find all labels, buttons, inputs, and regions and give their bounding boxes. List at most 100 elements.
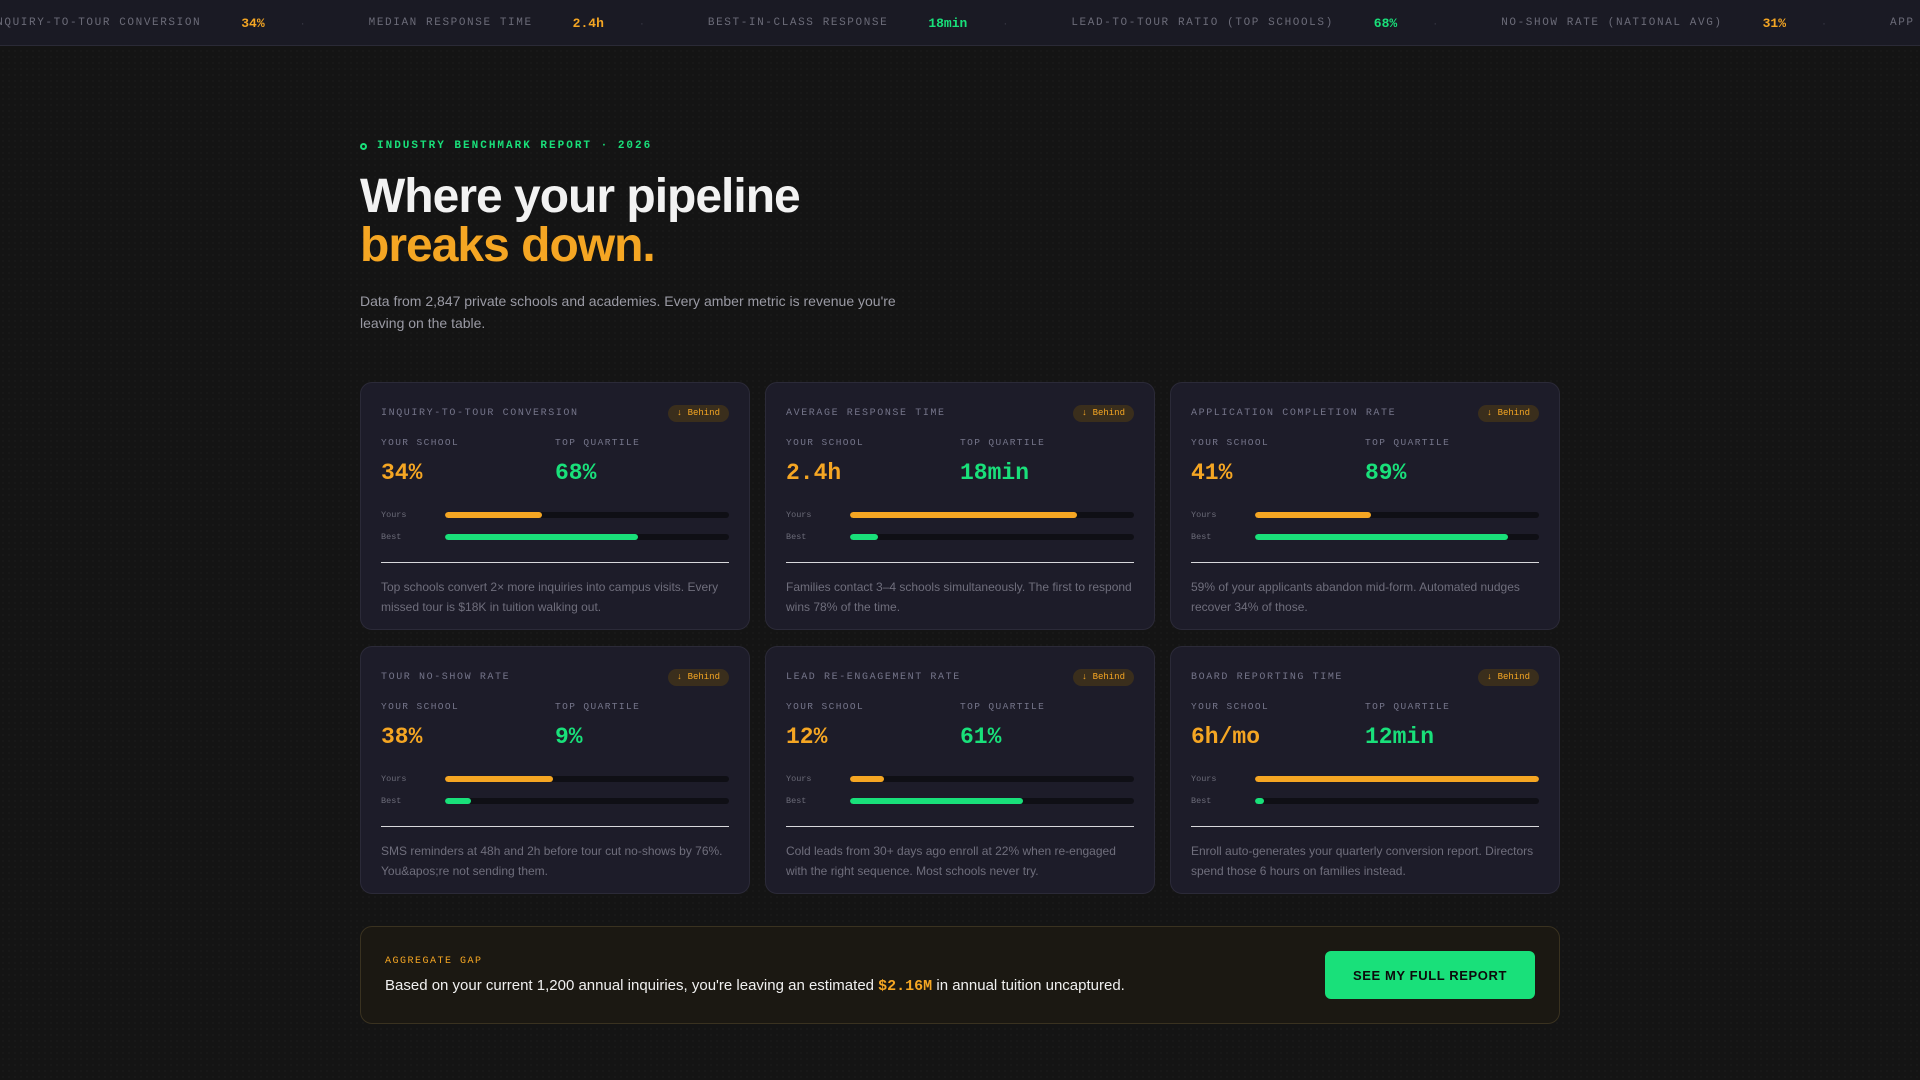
ticker-item: INQUIRY-TO-TOUR CONVERSION 34% · bbox=[0, 16, 369, 31]
best-bar-track bbox=[445, 798, 729, 804]
best-bar-track bbox=[1255, 534, 1539, 540]
yours-bar-fill bbox=[1255, 512, 1372, 518]
top-quartile-label: TOP QUARTILE bbox=[960, 437, 1046, 448]
status-badge: ↓ Behind bbox=[1477, 668, 1539, 686]
card-title: INQUIRY-TO-TOUR CONVERSION bbox=[381, 407, 579, 419]
ticker-value: 68% bbox=[1373, 15, 1398, 31]
best-bar-label: Best bbox=[786, 796, 807, 806]
your-school-label: YOUR SCHOOL bbox=[786, 701, 865, 712]
ticker-separator: · bbox=[639, 16, 644, 30]
best-bar-fill bbox=[1255, 534, 1508, 540]
card-description: Families contact 3–4 schools simultaneou… bbox=[786, 580, 1132, 614]
benchmark-card: APPLICATION COMPLETION RATE ↓ Behind YOUR … bbox=[1170, 382, 1560, 630]
top-quartile-metric: TOP QUARTILE 89% bbox=[1365, 437, 1539, 486]
best-bar-label: Best bbox=[381, 796, 402, 806]
eyebrow-text: INDUSTRY BENCHMARK REPORT · 2026 bbox=[377, 140, 653, 152]
gap-text-after: in annual tuition uncaptured. bbox=[932, 976, 1125, 994]
yours-bar-track bbox=[1255, 512, 1539, 518]
top-quartile-metric: TOP QUARTILE 18min bbox=[960, 437, 1134, 486]
benchmark-card: BOARD REPORTING TIME ↓ Behind YOUR SCHOOL 6… bbox=[1170, 646, 1560, 894]
yours-bar-label: Yours bbox=[381, 774, 407, 784]
ticker-item: APP COMPLETION RATE (E bbox=[1890, 17, 1920, 29]
ticker-value: 18min bbox=[928, 15, 968, 31]
benchmark-card: LEAD RE-ENGAGEMENT RATE ↓ Behind YOUR SCHO… bbox=[765, 646, 1155, 894]
card-title: LEAD RE-ENGAGEMENT RATE bbox=[786, 671, 961, 683]
best-bar-row: Best bbox=[381, 790, 729, 812]
your-school-label: YOUR SCHOOL bbox=[1191, 437, 1270, 448]
see-full-report-button[interactable]: SEE MY FULL REPORT bbox=[1325, 951, 1535, 999]
best-bar-fill bbox=[445, 798, 471, 804]
best-bar-label: Best bbox=[786, 532, 807, 542]
status-badge: ↓ Behind bbox=[1072, 668, 1134, 686]
best-bar-fill bbox=[445, 534, 639, 540]
card-metrics: YOUR SCHOOL 38% TOP QUARTILE 9% bbox=[381, 701, 729, 750]
ticker-item: BEST-IN-CLASS RESPONSE 18min · bbox=[708, 16, 1071, 31]
card-description: Top schools convert 2× more inquiries in… bbox=[381, 580, 719, 614]
ticker-item: MEDIAN RESPONSE TIME 2.4h · bbox=[369, 16, 708, 31]
page-subtitle: Data from 2,847 private schools and acad… bbox=[360, 293, 896, 331]
main-content: INDUSTRY BENCHMARK REPORT · 2026 Where y… bbox=[360, 140, 1560, 1024]
yours-bar-fill bbox=[850, 512, 1078, 518]
card-title: BOARD REPORTING TIME bbox=[1191, 671, 1344, 683]
card-header: LEAD RE-ENGAGEMENT RATE ↓ Behind bbox=[786, 668, 1134, 686]
comparison-bars: Yours Best bbox=[786, 504, 1134, 548]
ticker-separator: · bbox=[300, 16, 305, 30]
ticker-value: 34% bbox=[241, 15, 265, 31]
status-badge: ↓ Behind bbox=[1477, 404, 1539, 422]
ticker-value: 31% bbox=[1762, 15, 1787, 31]
top-quartile-label: TOP QUARTILE bbox=[1365, 701, 1451, 712]
title-line-2: breaks down. bbox=[360, 219, 656, 272]
ticker-separator: · bbox=[1822, 16, 1827, 30]
status-badge: ↓ Behind bbox=[667, 668, 729, 686]
your-school-value: 38% bbox=[381, 724, 423, 750]
best-bar-track bbox=[850, 534, 1134, 540]
top-quartile-label: TOP QUARTILE bbox=[555, 437, 641, 448]
best-bar-row: Best bbox=[1191, 526, 1539, 548]
your-school-metric: YOUR SCHOOL 34% bbox=[381, 437, 555, 486]
yours-bar-row: Yours bbox=[1191, 768, 1539, 790]
ticker-item: LEAD-TO-TOUR RATIO (TOP SCHOOLS) 68% · bbox=[1071, 16, 1501, 31]
benchmark-card: TOUR NO-SHOW RATE ↓ Behind YOUR SCHOOL 38% T… bbox=[360, 646, 750, 894]
best-bar-label: Best bbox=[381, 532, 402, 542]
yours-bar-label: Yours bbox=[786, 774, 812, 784]
card-header: APPLICATION COMPLETION RATE ↓ Behind bbox=[1191, 404, 1539, 422]
card-header: BOARD REPORTING TIME ↓ Behind bbox=[1191, 668, 1539, 686]
best-bar-track bbox=[1255, 798, 1539, 804]
your-school-value: 41% bbox=[1191, 460, 1233, 486]
best-bar-fill bbox=[850, 534, 879, 540]
card-title: AVERAGE RESPONSE TIME bbox=[786, 407, 946, 419]
card-description: SMS reminders at 48h and 2h before tour … bbox=[381, 844, 723, 878]
best-bar-row: Best bbox=[786, 790, 1134, 812]
ticker-value: 2.4h bbox=[572, 15, 604, 31]
metrics-ticker: INQUIRY-TO-TOUR CONVERSION 34% · MEDIAN RES… bbox=[0, 0, 1920, 46]
card-metrics: YOUR SCHOOL 41% TOP QUARTILE 89% bbox=[1191, 437, 1539, 486]
yours-bar-fill bbox=[1255, 776, 1539, 782]
top-quartile-metric: TOP QUARTILE 61% bbox=[960, 701, 1134, 750]
card-divider bbox=[381, 826, 729, 827]
your-school-label: YOUR SCHOOL bbox=[381, 437, 460, 448]
best-bar-label: Best bbox=[1191, 532, 1212, 542]
card-metrics: YOUR SCHOOL 2.4h TOP QUARTILE 18min bbox=[786, 437, 1134, 486]
your-school-metric: YOUR SCHOOL 2.4h bbox=[786, 437, 960, 486]
yours-bar-track bbox=[850, 776, 1134, 782]
benchmark-card: INQUIRY-TO-TOUR CONVERSION ↓ Behind YOUR S… bbox=[360, 382, 750, 630]
top-quartile-metric: TOP QUARTILE 68% bbox=[555, 437, 729, 486]
comparison-bars: Yours Best bbox=[381, 768, 729, 812]
yours-bar-label: Yours bbox=[1191, 774, 1217, 784]
card-divider bbox=[786, 562, 1134, 563]
top-quartile-label: TOP QUARTILE bbox=[555, 701, 641, 712]
title-line-1: Where your pipeline bbox=[360, 170, 801, 223]
your-school-metric: YOUR SCHOOL 12% bbox=[786, 701, 960, 750]
card-metrics: YOUR SCHOOL 12% TOP QUARTILE 61% bbox=[786, 701, 1134, 750]
benchmark-card-grid: INQUIRY-TO-TOUR CONVERSION ↓ Behind YOUR S… bbox=[360, 382, 1560, 894]
your-school-metric: YOUR SCHOOL 41% bbox=[1191, 437, 1365, 486]
status-badge: ↓ Behind bbox=[667, 404, 729, 422]
top-quartile-value: 18min bbox=[960, 460, 1030, 486]
yours-bar-track bbox=[445, 776, 729, 782]
aggregate-gap-text: Based on your current 1,200 annual inqui… bbox=[385, 977, 1125, 995]
page-title: Where your pipeline breaks down. bbox=[360, 172, 1560, 270]
yours-bar-track bbox=[1255, 776, 1539, 782]
yours-bar-fill bbox=[445, 776, 553, 782]
card-header: AVERAGE RESPONSE TIME ↓ Behind bbox=[786, 404, 1134, 422]
yours-bar-row: Yours bbox=[1191, 504, 1539, 526]
